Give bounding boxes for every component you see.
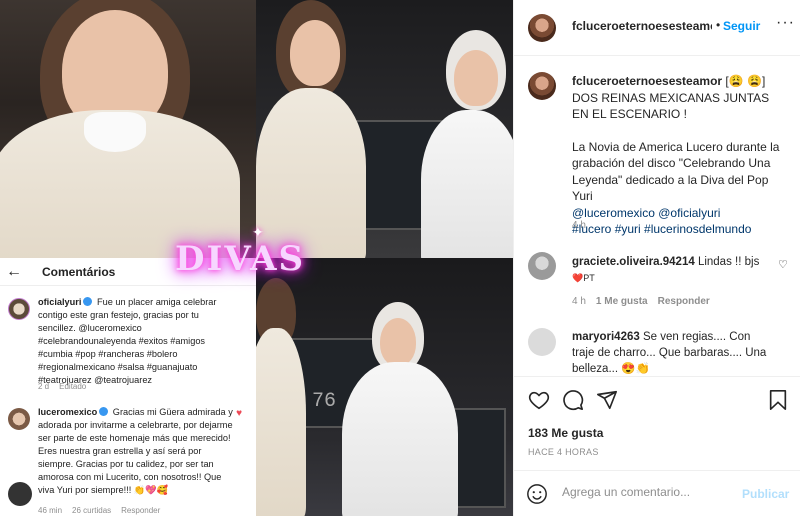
heart-icon[interactable] — [528, 389, 550, 411]
caption-body: La Novia de America Lucero durante la gr… — [572, 139, 780, 204]
list-item: oficialyuri Fue un placer amiga celebrar… — [0, 294, 256, 394]
list-item: maryori4263 Se ven regias.... Con traje … — [514, 328, 800, 376]
user-avatar-icon — [8, 482, 32, 506]
back-arrow-icon: ← — [6, 262, 22, 280]
avatar[interactable] — [528, 14, 556, 42]
verified-icon — [99, 407, 109, 416]
header-username[interactable]: fcluceroeternoesesteamor — [572, 19, 712, 33]
sparkle-icon: ✦ — [252, 224, 264, 240]
comment-text-2: ❤️PT — [572, 273, 595, 283]
comment-icon[interactable] — [562, 389, 584, 411]
comment-meta: 4 h1 Me gusta Responder — [572, 296, 710, 307]
charro-suit — [256, 328, 306, 516]
caption-hashtags[interactable]: #lucero #yuri #lucerinosdelmundo — [572, 221, 787, 238]
comment-text: Fue un placer amiga celebrar contigo est… — [38, 297, 217, 385]
face — [454, 50, 498, 106]
photo-both-singers — [256, 0, 513, 258]
face — [290, 20, 340, 86]
bookmark-icon[interactable] — [767, 389, 789, 411]
likes-count[interactable]: 183 Me gusta — [528, 426, 603, 440]
charro-suit — [421, 110, 513, 258]
post-button[interactable]: Publicar — [742, 487, 789, 501]
comment-username: luceromexico — [38, 407, 98, 417]
separator-dot: • — [716, 18, 721, 32]
case-label: 76 — [312, 390, 337, 413]
comment-meta: 46 min 26 curtidas Responder — [38, 506, 161, 515]
post-sidebar: fcluceroeternoesesteamor • Seguir ··· fc… — [513, 0, 800, 516]
verified-icon — [83, 297, 93, 306]
charro-suit — [256, 88, 366, 258]
more-options-icon[interactable]: ··· — [776, 14, 795, 32]
comment-input[interactable] — [562, 485, 732, 499]
post-header: fcluceroeternoesesteamor • Seguir ··· — [514, 0, 800, 56]
post-media[interactable]: 76 ← Comentários oficialyuri Fue un plac… — [0, 0, 513, 516]
comment-text: Gracias mi Güera admirada y adorada por … — [38, 407, 233, 495]
post-timestamp: HACE 4 HORAS — [528, 447, 599, 457]
avatar — [8, 298, 30, 320]
caption-mentions[interactable]: @luceromexico @oficialyuri — [572, 205, 787, 222]
list-item: ♥ luceromexico Gracias mi Güera admirada… — [0, 404, 256, 516]
avatar[interactable] — [528, 252, 556, 280]
post-caption: fcluceroeternoesesteamor [😩 😩] DOS REINA… — [572, 73, 787, 238]
caption-username[interactable]: fcluceroeternoesesteamor — [572, 74, 722, 88]
share-icon[interactable] — [596, 389, 618, 411]
follow-button[interactable]: Seguir — [723, 19, 760, 33]
photo-lucero-closeup — [0, 0, 256, 258]
comment-username: oficialyuri — [38, 297, 82, 307]
comment-meta: 2 d Editado — [38, 382, 87, 391]
comments-screenshot: ← Comentários oficialyuri Fue un placer … — [0, 258, 256, 516]
divas-overlay-text: DIVAS — [174, 239, 306, 279]
caption-time: 4 h — [572, 220, 586, 231]
list-item: graciete.oliveira.94214 Lindas !! bjs ❤️… — [514, 252, 800, 312]
action-bar — [514, 376, 800, 420]
add-comment-bar: Publicar — [514, 470, 800, 516]
comments-title: Comentários — [42, 264, 116, 279]
avatar[interactable] — [528, 328, 556, 356]
comment-username[interactable]: graciete.oliveira.94214 — [572, 256, 695, 268]
avatar — [8, 408, 30, 430]
emoji-icon[interactable] — [526, 483, 548, 505]
comment-text: Lindas !! bjs — [694, 256, 760, 268]
bow-tie — [84, 112, 146, 152]
charro-suit — [342, 362, 458, 516]
photo-yuri-stage: 76 — [256, 258, 513, 516]
comment-username[interactable]: maryori4263 — [572, 331, 640, 343]
like-comment-icon[interactable]: ♡ — [778, 258, 788, 271]
avatar[interactable] — [528, 72, 556, 100]
face — [380, 318, 416, 366]
